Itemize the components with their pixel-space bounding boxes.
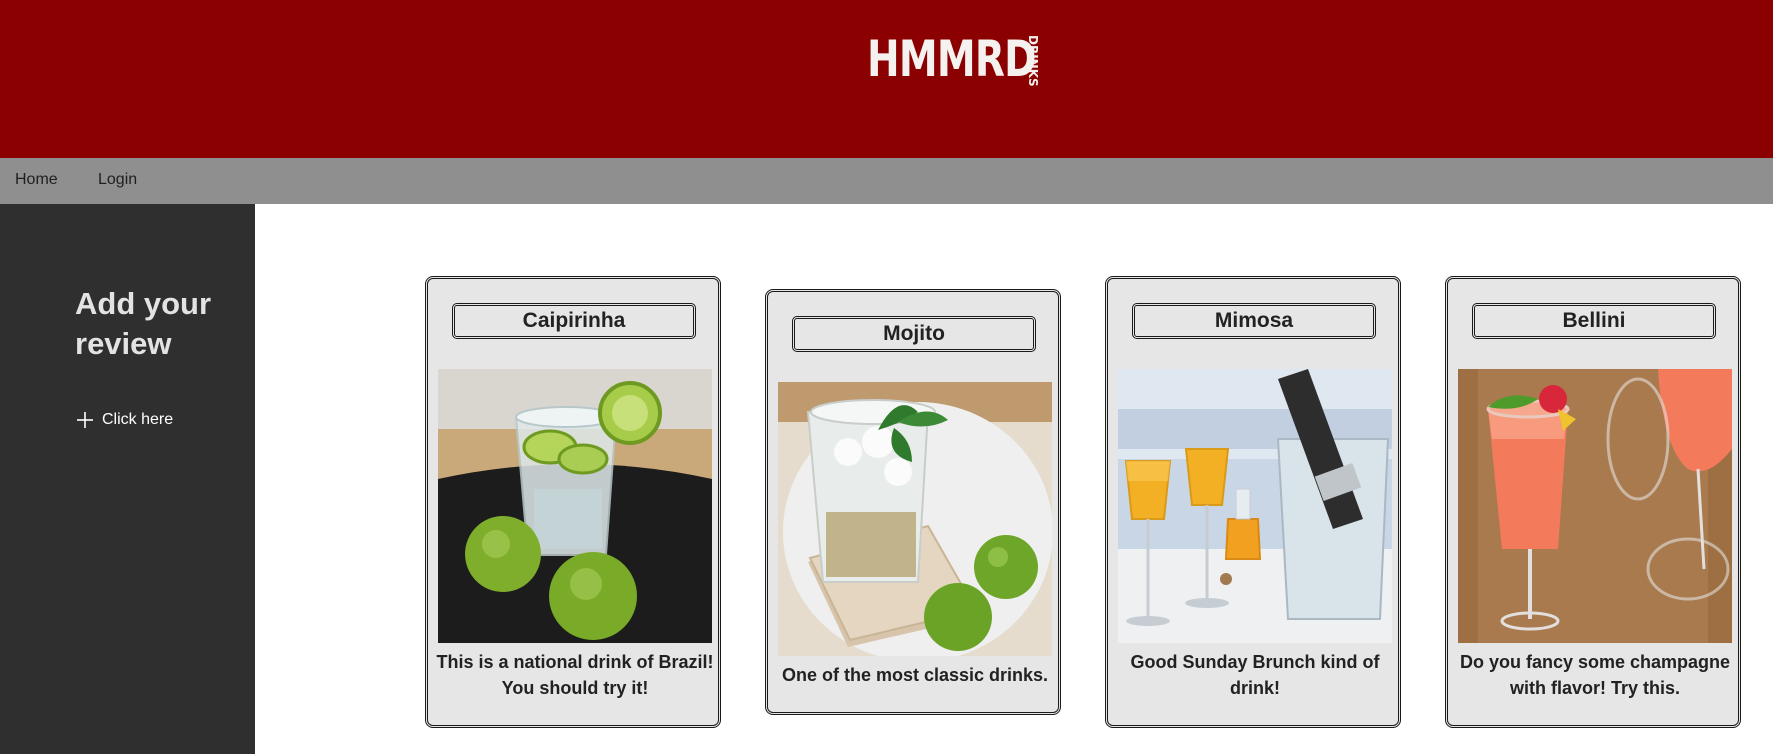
logo-wordmark: HMMRD xyxy=(867,30,1037,88)
sidebar: Add your review Click here xyxy=(0,204,255,754)
drink-title: Mimosa xyxy=(1132,303,1376,339)
drink-description: Do you fancy some champagne with flavor!… xyxy=(1459,652,1731,698)
nav-bar: Home Login xyxy=(0,158,1773,204)
drink-card-bellini[interactable]: Bellini Do you fancy some champagne with… xyxy=(1445,276,1741,728)
site-header: HMMRD DRINKS xyxy=(0,0,1773,158)
nav-login-link[interactable]: Login xyxy=(98,158,137,204)
drink-description: One of the most classic drinks. xyxy=(781,665,1049,685)
sidebar-title: Add your review xyxy=(75,286,212,361)
bellini-photo xyxy=(1458,369,1732,643)
drink-description: Good Sunday Brunch kind of drink! xyxy=(1130,652,1380,698)
drink-card-mojito[interactable]: Mojito One of the most classic drinks. xyxy=(765,289,1061,715)
drink-title: Mojito xyxy=(792,316,1036,352)
plus-icon xyxy=(77,412,93,428)
add-review-label: Click here xyxy=(102,411,174,428)
nav-home-link[interactable]: Home xyxy=(15,158,58,204)
caipirinha-photo xyxy=(438,369,712,643)
mimosa-photo xyxy=(1118,369,1392,643)
drink-title: Bellini xyxy=(1472,303,1716,339)
mojito-photo xyxy=(778,382,1052,656)
drink-card-mimosa[interactable]: Mimosa Good Sunday Brunch kind of drink! xyxy=(1105,276,1401,728)
add-review-link[interactable]: Click here xyxy=(76,410,173,430)
drink-title: Caipirinha xyxy=(452,303,696,339)
logo-subtitle: DRINKS xyxy=(1026,35,1040,87)
drink-card-caipirinha[interactable]: Caipirinha This is a national drink of B… xyxy=(425,276,721,728)
drink-description: This is a national drink of Brazil! You … xyxy=(436,652,714,698)
brand-logo[interactable]: HMMRD DRINKS xyxy=(867,30,1057,88)
